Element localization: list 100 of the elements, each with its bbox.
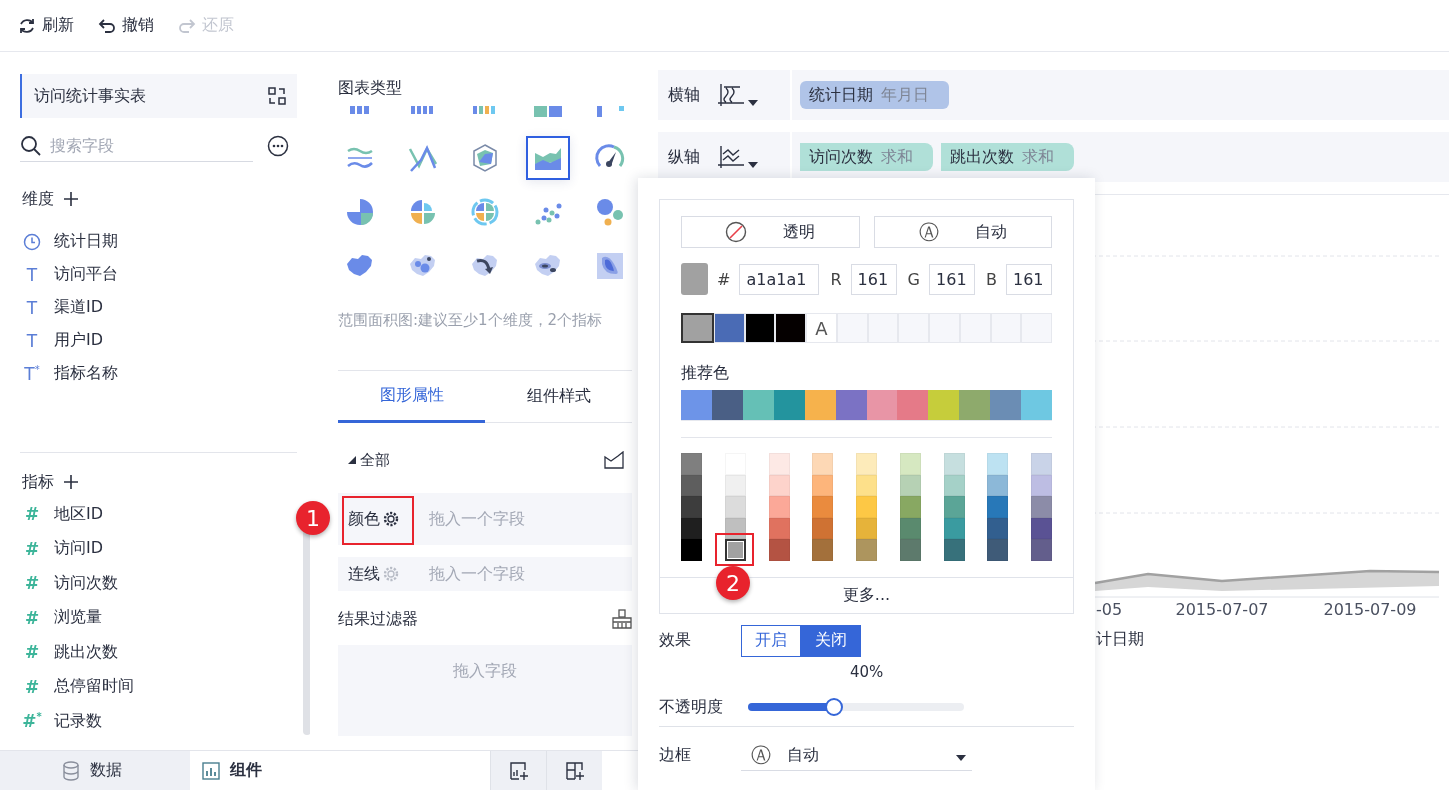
color-swatch[interactable] xyxy=(897,390,929,420)
opacity-slider[interactable] xyxy=(748,699,964,716)
field-type-icon: T xyxy=(22,264,42,285)
channel-label: B xyxy=(986,269,997,289)
caret-icon[interactable] xyxy=(348,456,356,464)
field-name[interactable]: 指标名称 xyxy=(54,363,118,384)
channel-field[interactable]: 161 xyxy=(850,263,897,295)
search-field[interactable]: 搜索字段 xyxy=(48,135,242,156)
axis-label: 纵轴 xyxy=(668,146,700,168)
add-chart-button[interactable] xyxy=(490,751,546,790)
search-icon xyxy=(20,134,42,157)
undo-button[interactable]: 撤销 xyxy=(98,15,154,36)
field-name[interactable]: 渠道ID xyxy=(54,297,104,318)
database-icon xyxy=(62,760,80,781)
axis-title: 计日期 xyxy=(1096,629,1144,648)
no-color-icon xyxy=(725,221,748,243)
x-axis-icon xyxy=(718,84,744,106)
tab[interactable]: 图形属性 xyxy=(338,371,485,423)
pie-chart-icon xyxy=(344,196,376,228)
color-swatch[interactable] xyxy=(990,390,1022,420)
field-name[interactable]: 跳出次数 xyxy=(54,641,118,663)
section-title: 指标 xyxy=(22,471,54,493)
color-swatch[interactable] xyxy=(928,390,960,420)
axis-label: 横轴 xyxy=(668,84,700,106)
axis-type-button[interactable] xyxy=(718,84,758,106)
chart-type-button[interactable] xyxy=(525,136,570,180)
color-swatch[interactable] xyxy=(724,539,746,561)
channel-label: G xyxy=(907,269,920,289)
plus-icon xyxy=(64,475,78,489)
toggle-option[interactable]: 关闭 xyxy=(801,624,861,657)
gear-icon xyxy=(383,566,399,582)
color-swatch[interactable] xyxy=(1021,390,1053,420)
map-region-chart-icon xyxy=(594,250,626,282)
group-label[interactable]: 全部 xyxy=(360,450,390,470)
table-selector[interactable]: 访问统计事实表 xyxy=(20,74,297,118)
highlight-frame xyxy=(342,496,414,545)
field-type-icon: # xyxy=(22,573,42,594)
color-swatch[interactable] xyxy=(835,390,867,420)
auto-swatch[interactable]: A xyxy=(806,313,837,343)
section-title: 推荐色 xyxy=(681,363,730,384)
redo-icon xyxy=(178,16,196,35)
color-swatch[interactable] xyxy=(959,390,991,420)
field-name[interactable]: 记录数 xyxy=(54,710,102,732)
field-pill[interactable]: 访问次数 求和 xyxy=(800,143,933,171)
refresh-button[interactable]: 刷新 xyxy=(18,15,74,36)
field-pill[interactable]: 统计日期 年月日 xyxy=(800,81,949,109)
border-dropdown[interactable]: Ⓐ 自动 xyxy=(741,740,972,771)
field-name[interactable]: 用户ID xyxy=(54,330,104,351)
bar-chart-icon xyxy=(202,761,220,780)
field-name[interactable]: 访问次数 xyxy=(54,572,118,594)
field-type-icon: # xyxy=(22,504,42,525)
field-type-icon: # xyxy=(22,538,42,559)
field-label: 不透明度 xyxy=(659,696,724,718)
add-widget-icon xyxy=(564,760,585,781)
channel-label: R xyxy=(830,269,842,289)
tab[interactable]: 组件样式 xyxy=(485,371,632,423)
color-swatch[interactable] xyxy=(681,390,712,420)
more-button[interactable] xyxy=(267,135,289,157)
transparent-button[interactable]: 透明 xyxy=(681,216,860,248)
field-type-icon: T xyxy=(22,330,42,351)
auto-button[interactable]: Ⓐ 自动 xyxy=(873,216,1052,248)
gear-icon xyxy=(383,511,399,527)
hex-field[interactable]: a1a1a1 xyxy=(739,263,820,295)
field-type-icon: T$^{*}$ xyxy=(22,363,42,384)
color-swatch[interactable] xyxy=(804,390,836,420)
swap-icon xyxy=(267,86,287,106)
bottom-tab[interactable]: 数据 xyxy=(0,751,190,790)
field-name[interactable]: 浏览量 xyxy=(54,607,102,629)
axis-tick-label: 2015-07-07 xyxy=(1174,600,1270,619)
y-axis-icon xyxy=(718,146,744,168)
axis-type-button[interactable] xyxy=(718,146,758,168)
field-pill[interactable]: 跳出次数 求和 xyxy=(941,143,1074,171)
field-type-icon: # xyxy=(22,676,42,697)
clock-icon xyxy=(23,232,41,251)
field-type-icon: # xyxy=(22,607,42,628)
color-swatch[interactable] xyxy=(742,390,774,420)
field-name[interactable]: 访问平台 xyxy=(54,264,118,285)
scrollbar[interactable] xyxy=(303,530,310,735)
channel-field[interactable]: 161 xyxy=(929,263,975,295)
property-label[interactable]: 颜色 xyxy=(338,493,405,545)
color-swatch[interactable] xyxy=(773,390,805,420)
panel-title: 图表类型 xyxy=(338,78,403,98)
axis-tick-label: 2015-07-09 xyxy=(1322,600,1418,619)
field-name[interactable]: 总停留时间 xyxy=(54,676,134,698)
ring-chart-icon xyxy=(469,196,501,228)
channel-field[interactable]: 161 xyxy=(1006,263,1052,295)
toggle-option[interactable]: 开启 xyxy=(741,624,801,657)
highlight-frame xyxy=(715,533,754,566)
property-label[interactable]: 连线 xyxy=(338,557,405,591)
add-widget-button[interactable] xyxy=(546,751,602,790)
field-name[interactable]: 统计日期 xyxy=(54,231,118,252)
color-swatch[interactable] xyxy=(681,313,714,343)
opacity-value: 40% xyxy=(850,662,885,683)
field-name[interactable]: 地区ID xyxy=(54,503,104,525)
color-swatch[interactable] xyxy=(711,390,743,420)
hint-text: 范围面积图:建议至少1个维度，2个指标 xyxy=(338,311,604,330)
color-swatch[interactable] xyxy=(866,390,898,420)
current-color-swatch xyxy=(681,263,709,295)
bubble-chart-icon xyxy=(594,196,626,228)
field-name[interactable]: 访问ID xyxy=(54,538,104,560)
